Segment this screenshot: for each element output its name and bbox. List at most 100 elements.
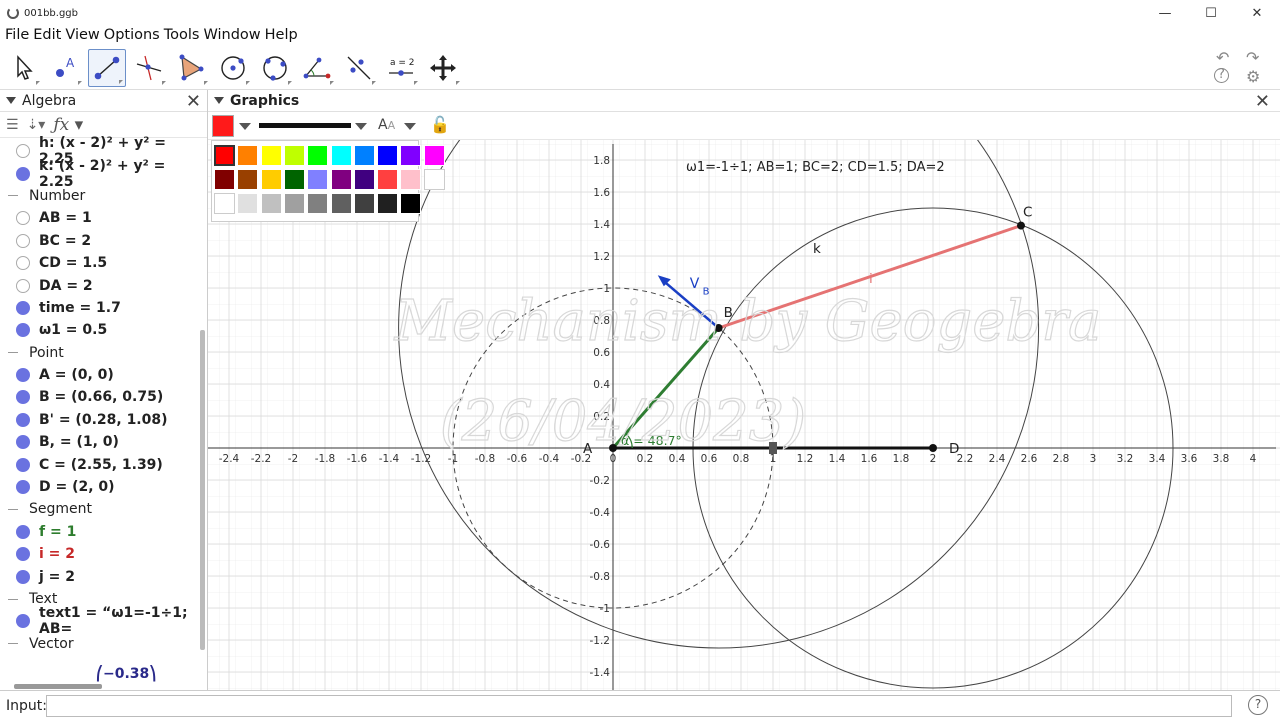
algebra-item[interactable]: DA = 2	[0, 274, 200, 296]
visibility-toggle[interactable]	[16, 166, 30, 181]
algebra-item[interactable]: j = 2	[0, 565, 200, 587]
close-window-button[interactable]: ✕	[1234, 0, 1280, 26]
move-tool[interactable]	[4, 49, 42, 87]
color-swatch[interactable]	[353, 145, 375, 166]
circle-three-points-tool[interactable]	[256, 49, 294, 87]
color-swatch[interactable]	[237, 145, 259, 166]
point-tool[interactable]: A	[46, 49, 84, 87]
collapse-dash-icon[interactable]	[8, 508, 18, 510]
color-swatch-button[interactable]	[212, 115, 234, 137]
menu-edit[interactable]: Edit	[33, 27, 61, 43]
color-swatch[interactable]	[377, 193, 399, 214]
collapse-triangle-icon[interactable]	[6, 97, 16, 104]
color-swatch[interactable]	[214, 145, 235, 166]
color-swatch[interactable]	[353, 193, 375, 214]
visibility-toggle[interactable]	[16, 278, 30, 293]
color-swatch[interactable]	[283, 145, 305, 166]
polygon-tool[interactable]	[172, 49, 210, 87]
algebra-horizontal-scrollbar[interactable]	[14, 684, 102, 689]
color-dropdown-icon[interactable]	[239, 123, 251, 130]
visibility-toggle[interactable]	[16, 368, 30, 383]
color-swatch[interactable]	[400, 145, 422, 166]
color-swatch[interactable]	[260, 193, 282, 214]
visibility-toggle[interactable]	[16, 211, 30, 226]
segment-tool[interactable]	[88, 48, 126, 87]
algebra-item[interactable]: BC = 2	[0, 230, 200, 252]
collapse-dash-icon[interactable]	[8, 598, 18, 600]
algebra-item[interactable]: ω1 = 0.5	[0, 319, 200, 341]
algebra-item[interactable]: f = 1	[0, 521, 200, 543]
maximize-button[interactable]: ☐	[1188, 0, 1234, 26]
color-swatch[interactable]	[260, 145, 282, 166]
visibility-toggle[interactable]	[16, 524, 30, 539]
move-graphics-view-tool[interactable]	[424, 49, 462, 87]
algebra-item[interactable]: B, = (1, 0)	[0, 431, 200, 453]
perpendicular-line-tool[interactable]	[130, 49, 168, 87]
algebra-item[interactable]: k: (x - 2)² + y² = 2.25	[0, 158, 200, 190]
color-swatch[interactable]	[307, 169, 329, 190]
close-graphics-icon[interactable]: ✕	[1255, 91, 1270, 112]
algebra-group-header[interactable]: Number	[0, 185, 200, 207]
collapse-dash-icon[interactable]	[8, 643, 18, 645]
slider-tool[interactable]: a = 2	[382, 49, 420, 87]
menu-help[interactable]: Help	[265, 27, 298, 43]
menu-tools[interactable]: Tools	[164, 27, 200, 43]
algebra-item[interactable]: A = (0, 0)	[0, 364, 200, 386]
line-style-dropdown-icon[interactable]	[355, 123, 367, 130]
color-swatch[interactable]	[330, 145, 352, 166]
visibility-toggle[interactable]	[16, 233, 30, 248]
color-swatch[interactable]	[283, 169, 305, 190]
help-icon[interactable]: ?	[1214, 68, 1229, 83]
visibility-toggle[interactable]	[16, 614, 30, 629]
algebra-item[interactable]: C = (2.55, 1.39)	[0, 453, 200, 475]
visibility-toggle[interactable]	[16, 480, 30, 495]
menu-lines-icon[interactable]: ☰	[6, 117, 19, 133]
reflect-tool[interactable]	[340, 49, 378, 87]
menu-options[interactable]: Options	[104, 27, 160, 43]
algebra-item[interactable]: CD = 1.5	[0, 252, 200, 274]
algebra-group-header[interactable]: Point	[0, 342, 200, 364]
graphics-canvas[interactable]: -2.4 -2.2 -2 -1.8 -1.6 -1.4 -1.2 -1 -0.8 -0.6 -0.4…	[208, 140, 1280, 690]
color-swatch[interactable]	[237, 169, 259, 190]
visibility-toggle[interactable]	[16, 457, 30, 472]
visibility-toggle[interactable]	[16, 300, 30, 315]
algebra-item[interactable]: B = (0.66, 0.75)	[0, 386, 200, 408]
algebra-item[interactable]: AB = 1	[0, 207, 200, 229]
menu-file[interactable]: File	[5, 27, 29, 43]
redo-icon[interactable]: ↷	[1246, 48, 1259, 67]
collapse-triangle-icon[interactable]	[214, 97, 224, 104]
collapse-dash-icon[interactable]	[8, 352, 18, 354]
gear-icon[interactable]: ⚙	[1246, 67, 1260, 86]
visibility-toggle[interactable]	[16, 412, 30, 427]
text1-label[interactable]: ω1=-1÷1; AB=1; BC=2; CD=1.5; DA=2	[686, 160, 945, 175]
color-swatch[interactable]	[377, 145, 399, 166]
color-swatch[interactable]	[330, 193, 352, 214]
input-field[interactable]	[46, 695, 1232, 717]
fx-icon[interactable]: ƒx ▾	[53, 115, 83, 135]
algebra-item[interactable]: D = (2, 0)	[0, 476, 200, 498]
angle-tool[interactable]	[298, 49, 336, 87]
color-swatch[interactable]	[423, 169, 445, 190]
algebra-vertical-scrollbar[interactable]	[200, 330, 205, 650]
menu-window[interactable]: Window	[203, 27, 260, 43]
algebra-item[interactable]: B' = (0.28, 1.08)	[0, 409, 200, 431]
undo-icon[interactable]: ↶	[1216, 48, 1229, 67]
color-swatch[interactable]	[353, 169, 375, 190]
visibility-toggle[interactable]	[16, 144, 30, 159]
lock-icon[interactable]: 🔓	[430, 115, 450, 134]
line-style-button[interactable]	[259, 123, 351, 128]
color-swatch[interactable]	[214, 193, 235, 214]
sort-icon[interactable]: ⇣▾	[27, 117, 46, 133]
close-algebra-icon[interactable]: ✕	[186, 91, 201, 112]
minimize-button[interactable]: —	[1142, 0, 1188, 26]
color-swatch[interactable]	[237, 193, 259, 214]
color-swatch[interactable]	[400, 193, 422, 214]
collapse-dash-icon[interactable]	[8, 195, 18, 197]
algebra-group-header[interactable]: Vector	[0, 633, 200, 655]
label-dropdown-icon[interactable]	[404, 123, 416, 130]
color-swatch[interactable]	[214, 169, 235, 190]
algebra-item[interactable]: i = 2	[0, 543, 200, 565]
color-swatch[interactable]	[307, 193, 329, 214]
visibility-toggle[interactable]	[16, 256, 30, 271]
color-swatch[interactable]	[400, 169, 422, 190]
